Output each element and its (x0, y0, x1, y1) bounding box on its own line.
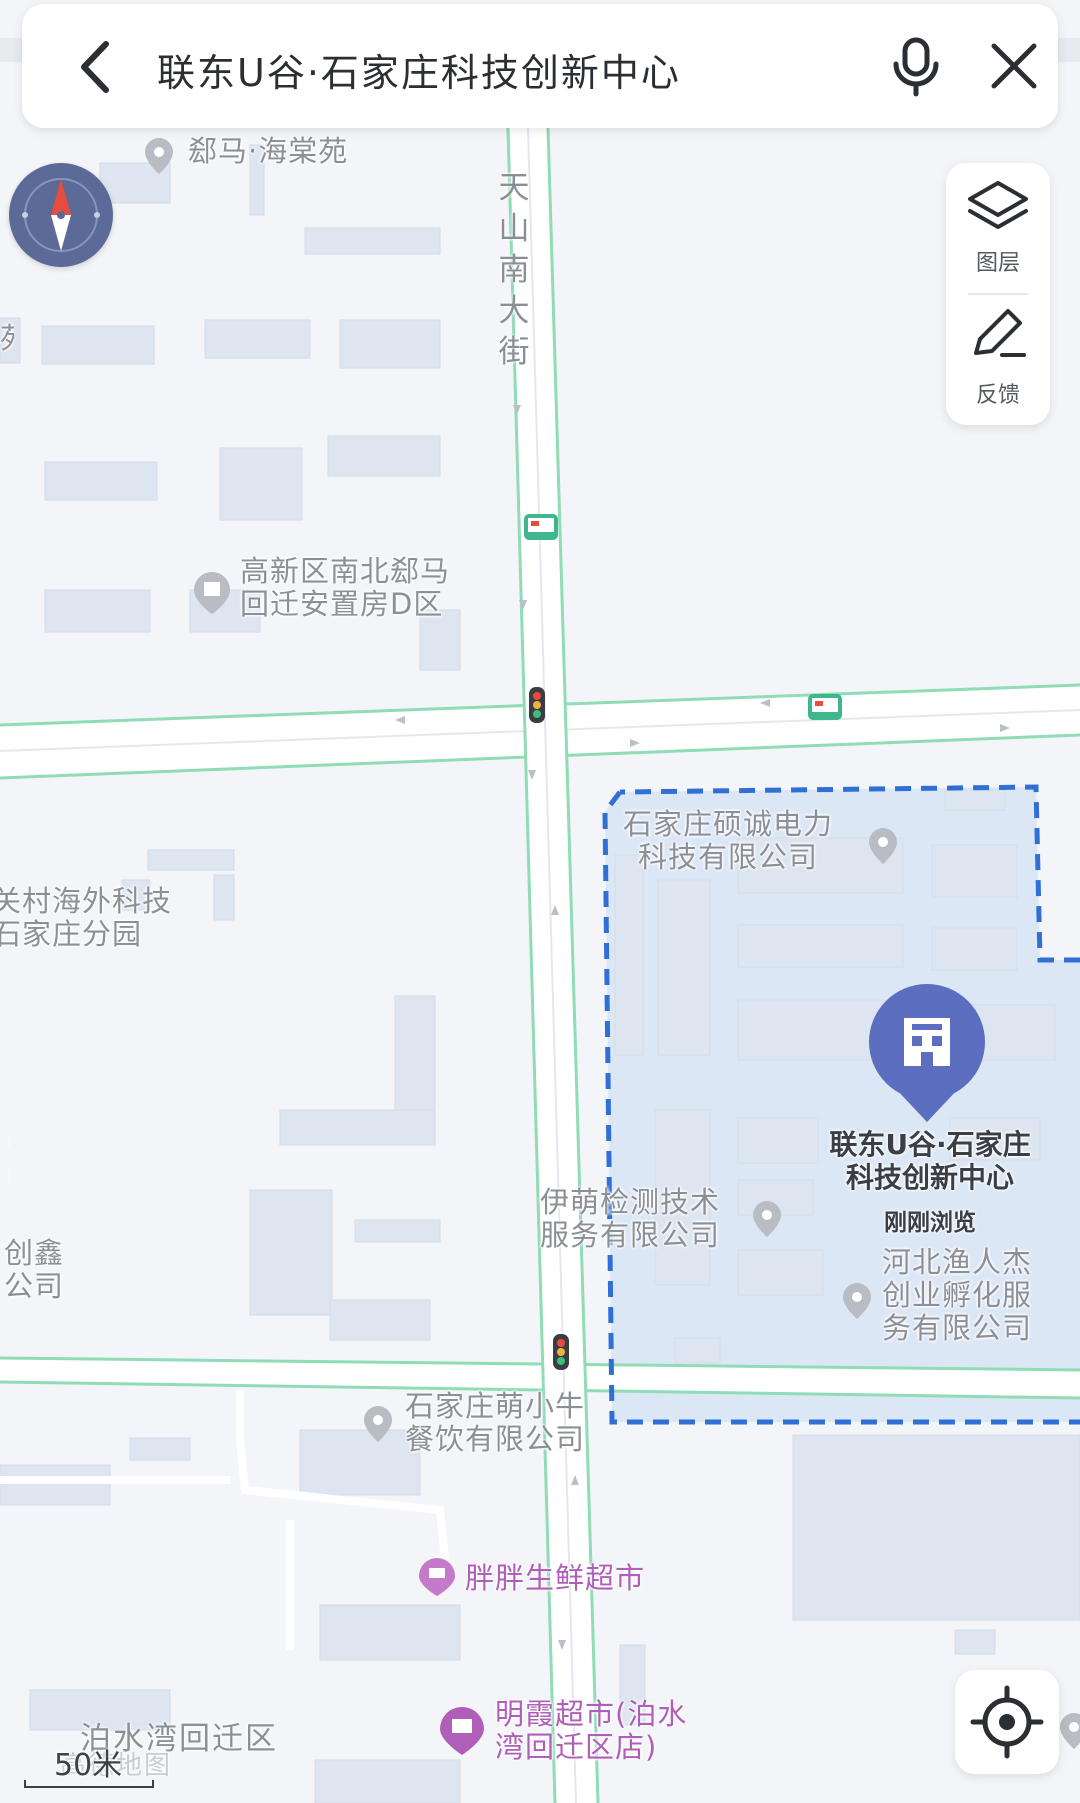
poi-label-shuocheng[interactable]: 石家庄硕诚电力 科技有限公司 (623, 808, 833, 874)
map-scale: 50米 (24, 1740, 164, 1790)
poi-label-haitangyuan[interactable]: 郄马·海棠苑 (188, 135, 348, 168)
layers-button[interactable]: 图层 (946, 163, 1050, 293)
shop-pin-mingxia (440, 1707, 484, 1755)
poi-label-edge-left: 刂 刂 (0, 1128, 10, 1194)
pencil-icon (974, 309, 1026, 357)
poi-label-zhongguancun[interactable]: 关村海外科技 石家庄分园 (0, 885, 172, 951)
scale-label: 50米 (54, 1748, 123, 1783)
poi-label-mengxiaoniu[interactable]: 石家庄萌小牛 餐饮有限公司 (405, 1390, 585, 1456)
feedback-label: 反馈 (975, 383, 1020, 408)
traffic-light-1 (529, 687, 545, 723)
poi-label-edge-top-left: 苑 (0, 322, 14, 355)
traffic-light-2 (553, 1334, 569, 1370)
shop-pin-pangpang (419, 1558, 455, 1596)
poi-pin-edge (1060, 1713, 1080, 1749)
compass-icon[interactable] (9, 163, 113, 267)
back-chevron-icon[interactable] (62, 32, 132, 102)
scale-bar (24, 1780, 154, 1788)
road-label-tianshan: 天 山 南 大 街 (498, 170, 530, 370)
locate-crosshair-icon (970, 1685, 1044, 1759)
feedback-button[interactable]: 反馈 (946, 295, 1050, 425)
poi-label-yimeng[interactable]: 伊萌检测技术 服务有限公司 (540, 1186, 720, 1252)
layers-label: 图层 (975, 251, 1020, 276)
bus-stop-1 (524, 514, 558, 540)
search-query[interactable]: 联东U谷·石家庄科技创新中心 (157, 42, 681, 97)
poi-label-gaoxin-d[interactable]: 高新区南北郄马 回迁安置房D区 (240, 555, 450, 621)
poi-label-mingxia[interactable]: 明霞超市(泊水 湾回迁区店) (495, 1698, 687, 1764)
poi-label-yurenjie[interactable]: 河北渔人杰 创业孵化服 务有限公司 (882, 1246, 1032, 1345)
map-tools-panel: 图层 反馈 (946, 163, 1050, 425)
selected-place-name[interactable]: 联东U谷·石家庄 科技创新中心 (790, 1128, 1070, 1194)
recently-viewed-badge: 刚刚浏览 (884, 1210, 976, 1236)
poi-label-chuangxin[interactable]: 创鑫 公司 (4, 1237, 64, 1303)
locate-button[interactable] (955, 1670, 1059, 1774)
microphone-icon[interactable] (884, 34, 948, 98)
poi-label-pangpang[interactable]: 胖胖生鲜超市 (465, 1562, 645, 1595)
search-bar[interactable]: 联东U谷·石家庄科技创新中心 (22, 4, 1058, 128)
bus-stop-2 (808, 694, 842, 720)
close-icon[interactable] (982, 34, 1046, 98)
